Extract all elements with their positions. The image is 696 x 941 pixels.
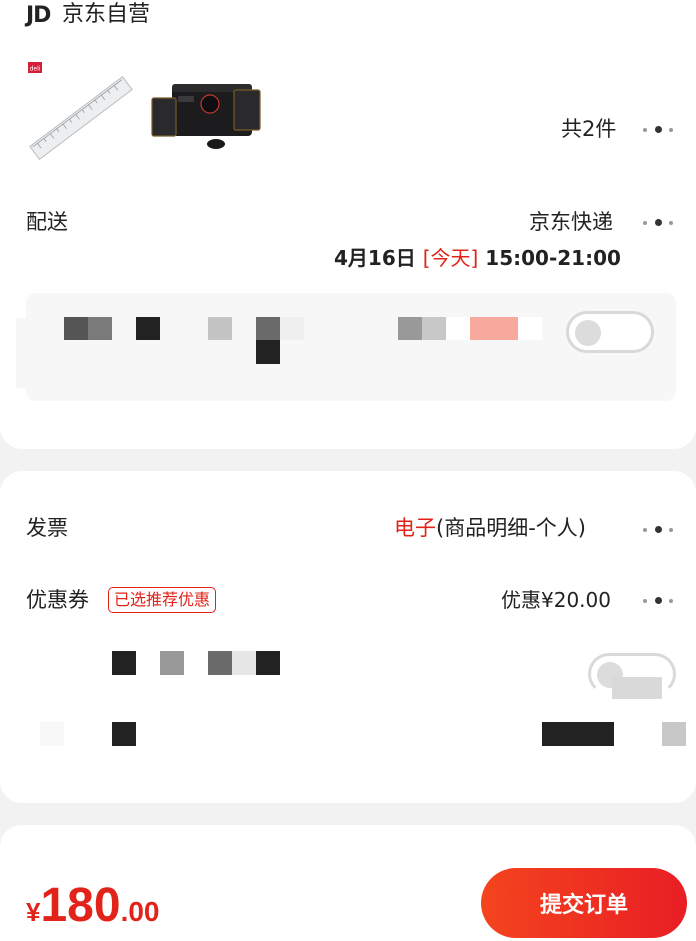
invoice-label: 发票 bbox=[26, 516, 68, 540]
invoice-type-highlight: 电子 bbox=[394, 516, 436, 540]
redacted-block bbox=[398, 317, 422, 340]
price-currency: ¥ bbox=[26, 897, 41, 927]
redacted-block bbox=[470, 317, 518, 340]
redacted-block bbox=[662, 722, 686, 746]
redacted-block bbox=[208, 317, 232, 340]
jd-logo: JD bbox=[26, 3, 51, 28]
invoice-type[interactable]: 电子(商品明细-个人) bbox=[394, 518, 586, 539]
price-integer: 180 bbox=[40, 879, 121, 932]
invoice-coupon-card bbox=[0, 471, 696, 803]
redacted-block bbox=[256, 340, 280, 364]
redacted-block bbox=[232, 651, 256, 675]
redacted-block bbox=[64, 317, 88, 340]
more-dots-icon[interactable] bbox=[643, 524, 677, 534]
more-dots-icon[interactable] bbox=[643, 595, 677, 605]
delivery-time-range: 15:00-21:00 bbox=[485, 246, 621, 270]
shop-name: 京东自营 bbox=[62, 2, 151, 27]
total-price: ¥180.00 bbox=[26, 878, 160, 933]
redacted-block bbox=[160, 651, 184, 675]
toggle-knob bbox=[575, 320, 601, 346]
redacted-block bbox=[518, 317, 542, 340]
coupon-label: 优惠券 bbox=[26, 588, 89, 612]
submit-order-button[interactable]: 提交订单 bbox=[481, 868, 687, 938]
item-count[interactable]: 共2件 bbox=[561, 119, 616, 140]
delivery-day-tag: [今天] bbox=[422, 246, 479, 270]
redacted-block bbox=[112, 651, 136, 675]
redacted-block bbox=[40, 722, 64, 746]
redacted-block bbox=[256, 651, 280, 675]
coupon-badge: 已选推荐优惠 bbox=[108, 587, 217, 613]
price-decimal: .00 bbox=[120, 896, 160, 927]
ruler-icon: deli bbox=[28, 62, 133, 160]
redacted-block bbox=[88, 317, 112, 340]
delivery-label: 配送 bbox=[26, 210, 68, 234]
coupon-discount[interactable]: 优惠¥20.00 bbox=[501, 590, 611, 610]
svg-text:deli: deli bbox=[30, 66, 41, 73]
redacted-block bbox=[542, 722, 614, 746]
redacted-block bbox=[280, 317, 304, 340]
redacted-block bbox=[612, 677, 662, 699]
redacted-block bbox=[446, 317, 470, 340]
redacted-block bbox=[112, 722, 136, 746]
delivery-time[interactable]: 4月16日 [今天] 15:00-21:00 bbox=[334, 248, 621, 268]
more-dots-icon[interactable] bbox=[643, 124, 677, 134]
invoice-type-detail: (商品明细-个人) bbox=[436, 516, 586, 540]
product-thumb-ruler[interactable]: deli bbox=[25, 60, 137, 164]
delivery-method[interactable]: 京东快递 bbox=[529, 212, 613, 233]
redacted-block bbox=[256, 317, 280, 340]
redacted-block bbox=[136, 317, 160, 340]
delivery-date: 4月16日 bbox=[334, 246, 416, 270]
redacted-block bbox=[208, 651, 232, 675]
product-thumb-speaker[interactable] bbox=[150, 78, 268, 154]
redacted-block bbox=[422, 317, 446, 340]
speaker-icon bbox=[151, 84, 261, 149]
redacted-option-row-edge bbox=[16, 318, 46, 388]
option-toggle[interactable] bbox=[566, 311, 654, 353]
more-dots-icon[interactable] bbox=[643, 217, 677, 227]
